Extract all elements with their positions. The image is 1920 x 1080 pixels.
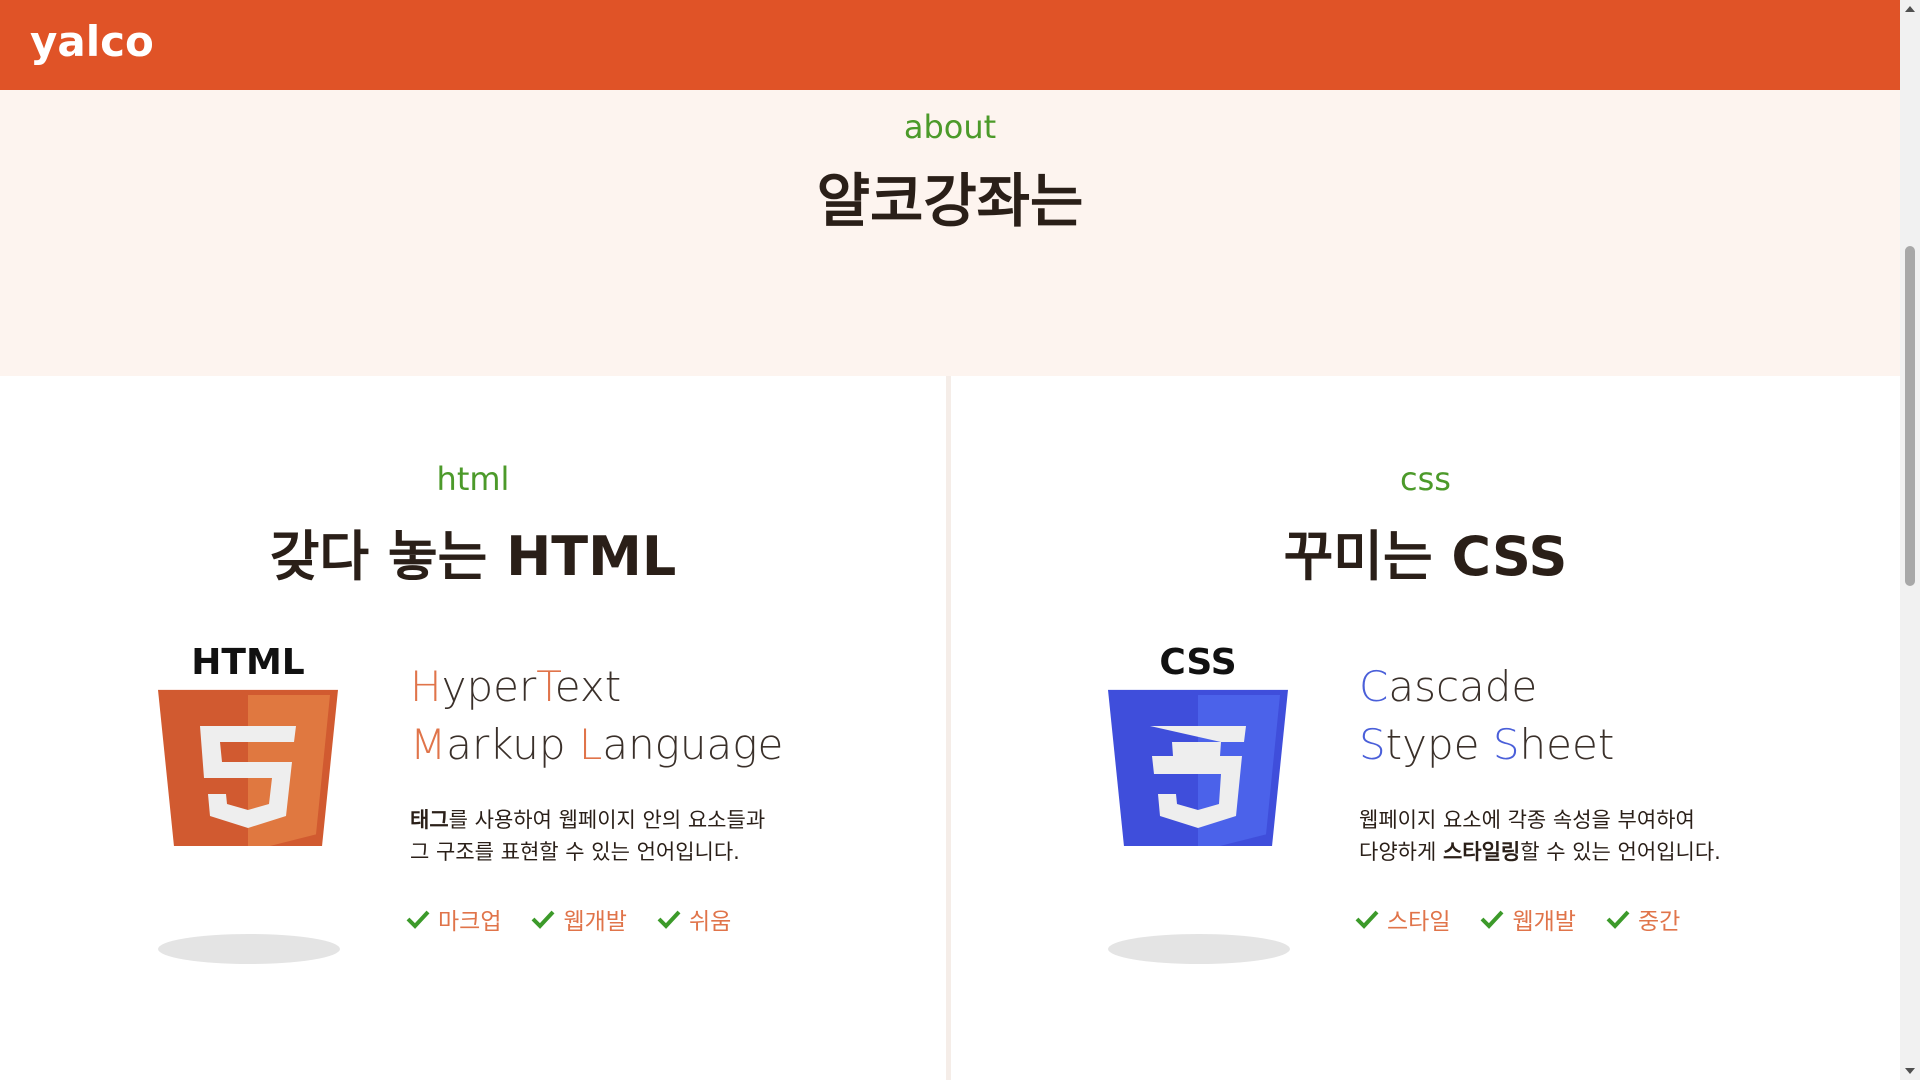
tag-item: 쉬움 [657, 902, 731, 936]
tag-label: 스타일 [1387, 909, 1451, 935]
acronym-rest: ascade [1388, 662, 1538, 711]
svg-text:HTML: HTML [191, 646, 304, 683]
svg-text:CSS: CSS [1159, 646, 1236, 683]
desc-text: 그 구조를 표현할 수 있는 언어입니다. [410, 840, 740, 864]
tag-item: 중간 [1606, 902, 1680, 936]
css-panel: css 꾸미는 CSS CSS Cascade Stype Sheet 웹페이지… [951, 376, 1900, 1080]
acronym-letter: M [410, 720, 447, 769]
html5-logo-icon: HTML [158, 646, 338, 846]
css-logo-shadow [1108, 934, 1290, 964]
html-title: 갖다 놓는 HTML [269, 525, 677, 588]
scroll-up-arrow-icon[interactable] [1900, 0, 1920, 20]
check-icon [1481, 910, 1504, 929]
tag-label: 웹개발 [563, 909, 627, 935]
desc-text: 다양하게 [1359, 840, 1443, 864]
html-panel: html 갖다 놓는 HTML HTML HyperText Markup La… [0, 376, 946, 1080]
tag-label: 중간 [1637, 909, 1681, 935]
desc-text: 할 수 있는 언어입니다. [1520, 840, 1721, 864]
tag-label: 쉬움 [688, 909, 732, 935]
html-tags: 마크업 웹개발 쉬움 [406, 902, 731, 936]
tag-label: 마크업 [438, 909, 502, 935]
acronym-rest: ext [554, 662, 622, 711]
css3-logo-icon: CSS [1108, 646, 1288, 846]
check-icon [406, 910, 430, 929]
about-title: 얄코강좌는 [816, 167, 1084, 235]
check-icon [532, 910, 555, 929]
tag-label: 웹개발 [1512, 909, 1576, 935]
tag-item: 웹개발 [531, 902, 627, 936]
tag-item: 마크업 [406, 902, 501, 936]
acronym-rest: heet [1519, 720, 1615, 769]
site-header: yalco [0, 0, 1900, 90]
html-description: 태그를 사용하여 웹페이지 안의 요소들과 그 구조를 표현할 수 있는 언어입… [410, 804, 765, 868]
desc-bold: 태그 [410, 808, 449, 832]
scrollbar-thumb[interactable] [1905, 246, 1915, 586]
desc-text: 웹페이지 요소에 각종 속성을 부여하여 [1359, 808, 1695, 832]
acronym-rest: yper [441, 662, 537, 711]
check-icon [657, 910, 681, 929]
desc-bold: 스타일링 [1442, 840, 1521, 864]
acronym-letter: H [410, 662, 442, 711]
check-icon [1355, 910, 1379, 929]
desc-text: 를 사용하여 웹페이지 안의 요소들과 [448, 808, 766, 832]
check-icon [1606, 910, 1630, 929]
acronym-letter: L [578, 720, 603, 769]
vertical-scrollbar[interactable] [1900, 0, 1920, 1080]
tag-item: 웹개발 [1480, 902, 1576, 936]
acronym-rest: anguage [602, 720, 784, 769]
about-kicker: about [903, 108, 997, 146]
acronym-letter: T [536, 662, 555, 711]
tag-item: 스타일 [1355, 902, 1450, 936]
css-tags: 스타일 웹개발 중간 [1355, 902, 1680, 936]
acronym-letter: C [1359, 662, 1389, 711]
about-section: about 얄코강좌는 [0, 90, 1900, 376]
acronym-letter: S [1492, 720, 1520, 769]
acronym-rest: type [1385, 720, 1493, 769]
acronym-rest: arkup [446, 720, 579, 769]
html-kicker: html [436, 460, 510, 498]
css-acronym: Cascade Stype Sheet [1359, 658, 1614, 774]
html-acronym: HyperText Markup Language [410, 658, 783, 774]
yalco-logo[interactable]: yalco [30, 14, 152, 74]
css-description: 웹페이지 요소에 각종 속성을 부여하여 다양하게 스타일링할 수 있는 언어입… [1359, 804, 1721, 868]
html-logo-shadow [158, 934, 340, 964]
css-kicker: css [1400, 460, 1451, 498]
css-title: 꾸미는 CSS [1283, 525, 1568, 588]
scroll-down-arrow-icon[interactable] [1900, 1060, 1920, 1080]
acronym-letter: S [1359, 720, 1386, 769]
svg-text:yalco: yalco [30, 17, 152, 66]
